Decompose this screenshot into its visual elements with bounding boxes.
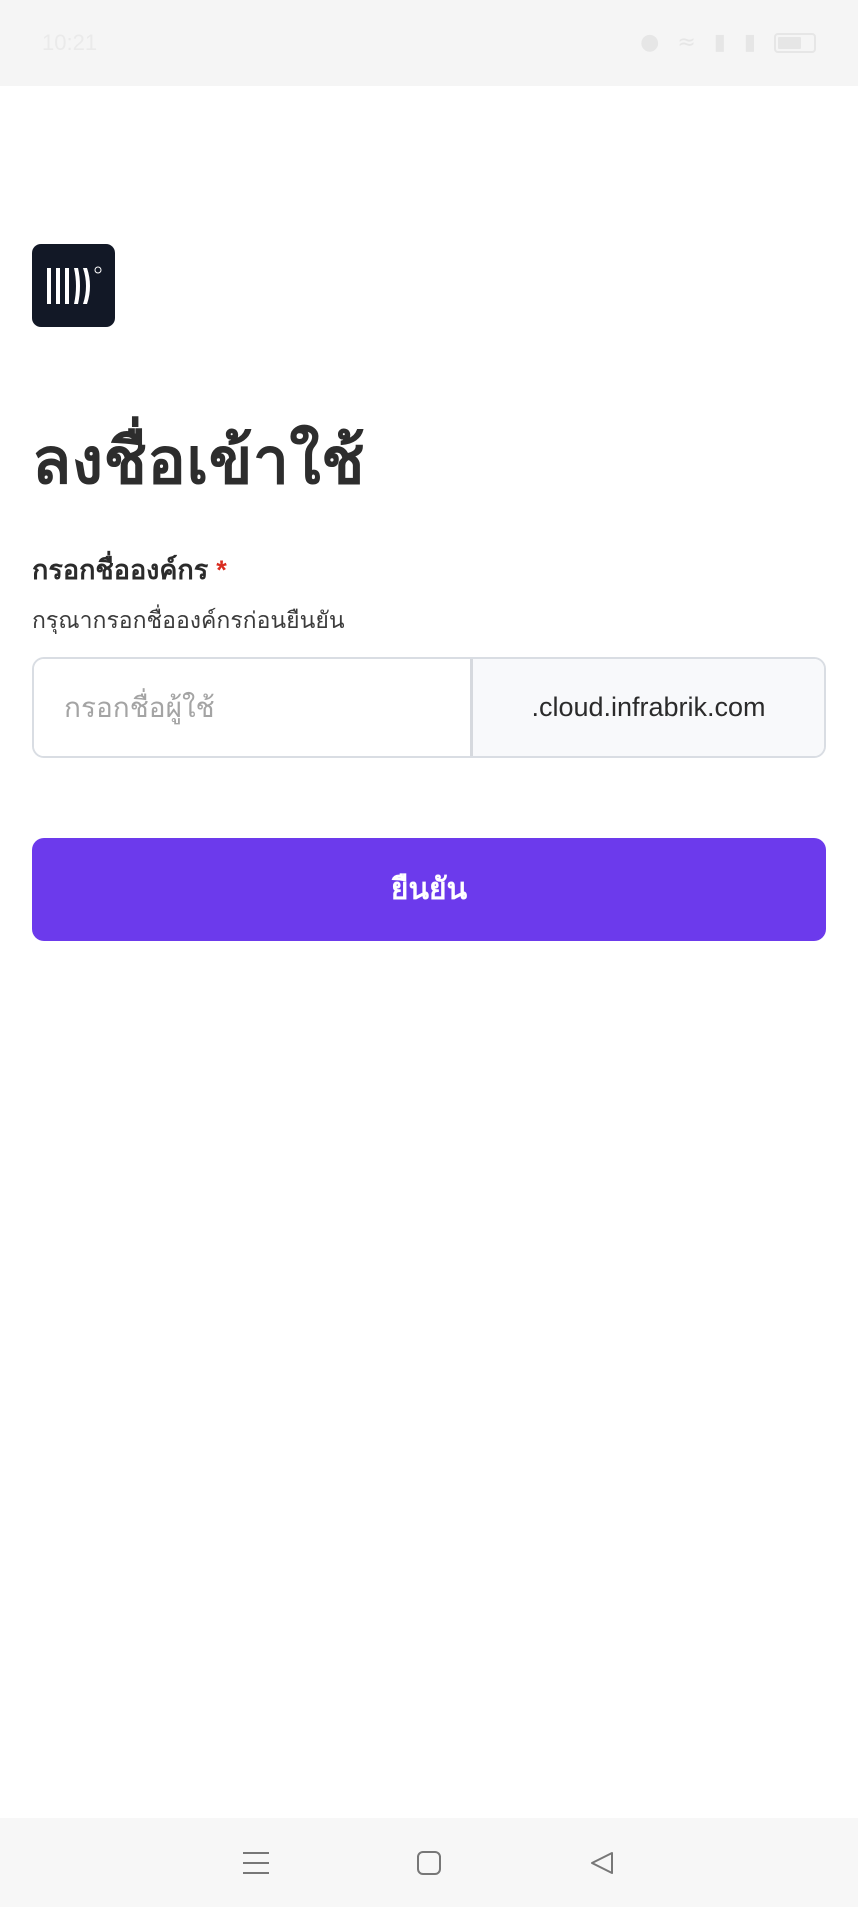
confirm-button[interactable]: ยืนยัน [32, 838, 826, 941]
brand-logo [32, 244, 115, 327]
wifi-icon: ≈ [677, 30, 696, 55]
required-mark: * [216, 555, 227, 585]
org-field-label: กรอกชื่อองค์กร * [32, 548, 227, 591]
home-button[interactable] [399, 1833, 459, 1893]
menu-button[interactable] [226, 1833, 286, 1893]
battery-icon [774, 33, 816, 53]
home-icon [416, 1850, 441, 1875]
org-input-group: .cloud.infrabrik.com [32, 657, 826, 758]
back-icon [590, 1851, 613, 1874]
brand-logo-icon [47, 266, 102, 304]
back-button[interactable] [572, 1833, 632, 1893]
system-nav-bar [0, 1818, 858, 1907]
domain-suffix: .cloud.infrabrik.com [473, 659, 824, 756]
location-icon: ● [640, 30, 660, 55]
org-name-input[interactable] [34, 659, 470, 756]
org-field-help: กรุณากรอกชื่อองค์กรก่อนยืนยัน [32, 607, 345, 633]
status-time: 10:21 [42, 30, 98, 55]
menu-icon [243, 1851, 270, 1874]
org-field-label-text: กรอกชื่อองค์กร [32, 555, 209, 585]
signal-icon: ▮ [743, 30, 756, 55]
signal-icon: ▮ [713, 30, 726, 55]
status-icons: ● ≈ ▮ ▮ [640, 32, 816, 54]
status-bar: 10:21 ● ≈ ▮ ▮ [0, 0, 858, 86]
page-title: ลงชื่อเข้าใช้ [32, 425, 366, 497]
